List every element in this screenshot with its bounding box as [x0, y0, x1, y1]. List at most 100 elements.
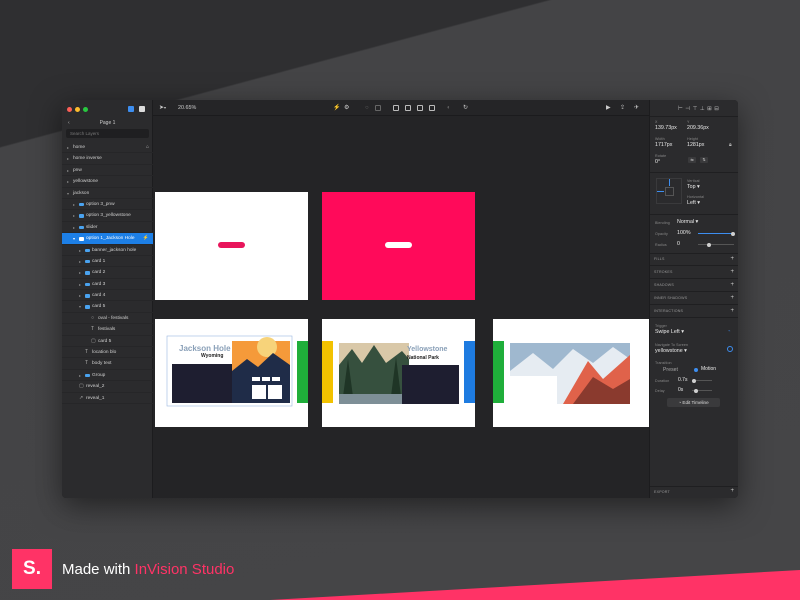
duration-slider-knob[interactable] [692, 378, 696, 383]
width-field[interactable]: 1717px [655, 142, 672, 148]
add-strokes-icon[interactable]: + [730, 269, 734, 275]
radius-slider-knob[interactable] [707, 242, 711, 247]
layer-row[interactable]: ▸ Group [62, 370, 153, 382]
pages-icon[interactable] [139, 106, 145, 112]
layer-row[interactable]: ▾ jackson [62, 188, 153, 199]
height-field[interactable]: 1281px [687, 142, 704, 148]
add-fills-icon[interactable]: + [730, 256, 734, 262]
back-chevron-icon[interactable]: ‹ [68, 118, 70, 128]
add-shadows-icon[interactable]: + [730, 282, 734, 288]
trigger-select[interactable]: Swipe Left ▾ [655, 329, 684, 335]
layer-row[interactable]: ↗ reveal_1 [62, 393, 153, 404]
expand-down-icon[interactable]: ▾ [73, 233, 75, 244]
export-section-label[interactable]: EXPORT [654, 490, 670, 494]
layer-row[interactable]: ▸ banner_jackson hole [62, 245, 153, 256]
opacity-slider[interactable] [698, 231, 735, 236]
export-add-icon[interactable]: + [730, 488, 734, 494]
home-screen-icon[interactable]: ⌂ [146, 142, 149, 153]
blending-select[interactable]: Normal ▾ [677, 219, 698, 225]
section-interactions[interactable]: INTERACTIONS [654, 309, 683, 313]
expand-right-icon[interactable]: ▸ [79, 370, 81, 381]
section-shadows[interactable]: SHADOWS [654, 283, 674, 287]
layer-row[interactable]: ▸ home inverse [62, 153, 153, 165]
expand-right-icon[interactable]: ▸ [79, 267, 81, 278]
canvas[interactable]: Jackson Hole Wyoming Yellowstone Nationa… [153, 116, 649, 498]
publish-rocket-icon[interactable]: ✈ [634, 104, 639, 112]
layer-row[interactable]: ▸ card 1 [62, 256, 153, 268]
section-inner-shadows[interactable]: INNER SHADOWS [654, 296, 687, 300]
lock-icon[interactable]: 🔒︎ [729, 142, 732, 148]
expand-right-icon[interactable]: ▸ [67, 176, 69, 187]
zoom-level[interactable]: 20.65% [178, 104, 196, 112]
radius-slider[interactable] [698, 242, 734, 247]
layer-row[interactable]: ▸ option 3_yellowstone [62, 210, 153, 222]
section-strokes[interactable]: STROKES [654, 270, 673, 274]
expand-right-icon[interactable]: ▸ [67, 165, 69, 176]
expand-right-icon[interactable]: ▸ [73, 210, 75, 221]
duration-slider[interactable] [692, 378, 712, 383]
radius-field[interactable]: 0 [677, 241, 680, 247]
expand-right-icon[interactable]: ▸ [67, 142, 69, 153]
layer-row[interactable]: ▸ yellowstone [62, 176, 153, 188]
minimize-window-button[interactable] [75, 107, 80, 112]
trigger-link-icon[interactable]: ⌁ [728, 328, 730, 333]
layer-row[interactable]: ▾ card 5 [62, 301, 153, 313]
mask-icon[interactable]: ○ [365, 104, 369, 112]
layer-row[interactable]: ▸ option 3_pnw [62, 199, 153, 211]
select-tool-icon[interactable]: ➤▾ [159, 104, 166, 112]
y-field[interactable]: 209.36px [687, 125, 709, 131]
expand-right-icon[interactable]: ▸ [79, 279, 81, 290]
layers-icon[interactable] [128, 106, 134, 112]
expand-right-icon[interactable]: ▸ [79, 256, 81, 267]
opacity-slider-knob[interactable] [731, 231, 735, 236]
artboard-home[interactable] [155, 192, 308, 300]
transition-motion-option[interactable]: Motion [701, 366, 716, 372]
layer-row[interactable]: ▸ pnw [62, 165, 153, 177]
horizontal-select[interactable]: Left ▾ [687, 200, 700, 206]
page-title[interactable]: Page 1 [100, 120, 116, 126]
layer-row[interactable]: Tfestivals [62, 324, 153, 336]
frame-icon[interactable] [375, 105, 381, 111]
subtract-icon[interactable] [405, 105, 411, 111]
interaction-bolt-icon[interactable]: ⚡ [143, 233, 149, 244]
navigate-select[interactable]: yellowstone ▾ [655, 348, 687, 354]
share-icon[interactable]: ⇪ [620, 104, 625, 112]
expand-down-icon[interactable]: ▾ [79, 301, 81, 312]
flatten-icon[interactable]: ◐ [447, 104, 451, 112]
section-fills[interactable]: FILLS [654, 257, 665, 261]
play-icon[interactable]: ▶ [606, 104, 611, 112]
edit-timeline-button[interactable]: ◔ Edit Timeline [667, 398, 720, 407]
expand-right-icon[interactable]: ▸ [73, 222, 75, 233]
difference-icon[interactable] [429, 105, 435, 111]
flip-vertical-icon[interactable]: ⇅ [700, 157, 708, 163]
add-interactions-icon[interactable]: + [730, 308, 734, 314]
lightning-icon[interactable]: ⚡ [333, 104, 340, 112]
vertical-select[interactable]: Top ▾ [687, 184, 700, 190]
layer-row[interactable]: Tlocation blo [62, 347, 153, 359]
constraints-widget[interactable] [656, 178, 682, 204]
layer-row[interactable]: ▸ card 2 [62, 267, 153, 279]
transition-preset-option[interactable]: Preset [663, 367, 678, 373]
maximize-window-button[interactable] [83, 107, 88, 112]
duration-field[interactable]: 0.7s [678, 377, 687, 383]
gear-icon[interactable]: ⚙ [344, 104, 349, 112]
artboard-home-inverse[interactable] [322, 192, 475, 300]
delay-slider-knob[interactable] [694, 388, 698, 393]
layer-row[interactable]: ▸ home ⌂ [62, 142, 153, 154]
x-field[interactable]: 139.73px [655, 125, 677, 131]
layer-row[interactable]: Tbody text [62, 358, 153, 370]
motion-radio-icon[interactable] [694, 368, 698, 372]
layer-row[interactable]: ▸ card 4 [62, 290, 153, 302]
layer-row[interactable]: ○ oval - festivals [62, 313, 153, 325]
opacity-field[interactable]: 100% [677, 230, 691, 236]
artboard-yellowstone[interactable]: Yellowstone National Park [322, 319, 475, 427]
close-window-button[interactable] [67, 107, 72, 112]
refresh-icon[interactable]: ↻ [463, 104, 468, 112]
navigate-target-icon[interactable] [727, 346, 733, 352]
layer-row[interactable]: ▸ slider [62, 222, 153, 234]
layer-row[interactable]: ▢ reveal_2 [62, 381, 153, 393]
flip-horizontal-icon[interactable]: ⇆ [688, 157, 696, 163]
expand-right-icon[interactable]: ▸ [79, 245, 81, 256]
rotate-field[interactable]: 0° [655, 159, 660, 165]
delay-slider[interactable] [692, 388, 712, 393]
